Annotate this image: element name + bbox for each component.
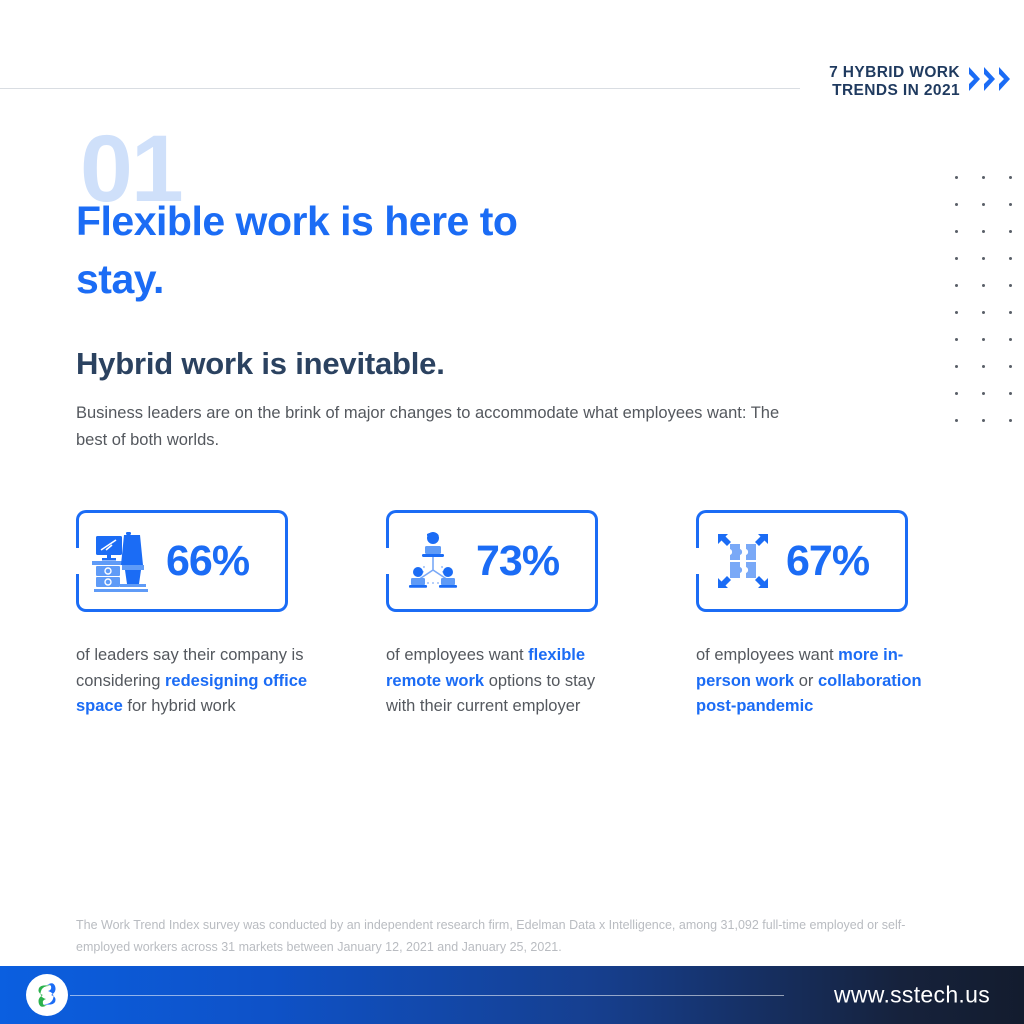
survey-footnote: The Work Trend Index survey was conducte… xyxy=(76,917,906,954)
stat-caption: of employees want flexible remote work o… xyxy=(386,643,618,720)
stat-frame: 73% xyxy=(386,510,598,612)
grid-dot xyxy=(955,176,958,179)
statistics-group: 66% of leaders say their company is cons… xyxy=(76,510,948,720)
stat-frame: 66% xyxy=(76,510,288,612)
caption-text: for hybrid work xyxy=(122,697,236,715)
header-divider xyxy=(0,88,800,89)
grid-dot xyxy=(1009,392,1012,395)
grid-dot xyxy=(955,365,958,368)
footer-website-url: www.sstech.us xyxy=(833,981,990,1008)
stat-percent: 73% xyxy=(476,536,560,585)
grid-dot xyxy=(982,338,985,341)
grid-dot xyxy=(982,392,985,395)
grid-dot xyxy=(1009,257,1012,260)
caption-text: or xyxy=(794,671,818,690)
stat-caption: of employees want more in-person work or… xyxy=(696,643,928,720)
desk-workstation-icon xyxy=(92,528,154,594)
footer-divider-line xyxy=(70,995,784,996)
stat-caption: of leaders say their company is consider… xyxy=(76,643,308,720)
grid-dot xyxy=(1009,176,1012,179)
grid-dot xyxy=(1009,338,1012,341)
grid-dot xyxy=(955,419,958,422)
grid-dot xyxy=(982,257,985,260)
chevron-arrows-group xyxy=(968,65,1012,98)
hero-body-text: Business leaders are on the brink of maj… xyxy=(76,404,780,449)
grid-dot xyxy=(955,338,958,341)
stat-card: 66% of leaders say their company is cons… xyxy=(76,510,307,720)
puzzle-expand-collaboration-icon xyxy=(712,528,774,594)
grid-dot xyxy=(982,284,985,287)
caption-text: of employees want xyxy=(696,646,839,664)
grid-dot xyxy=(982,176,985,179)
remote-team-network-icon xyxy=(402,528,464,594)
grid-dot xyxy=(1009,311,1012,314)
grid-dot xyxy=(1009,419,1012,422)
chevron-right-icon xyxy=(998,65,1012,98)
grid-dot xyxy=(955,230,958,233)
grid-dot xyxy=(955,203,958,206)
hero-section: 01 Flexible work is here to stay. Hybrid… xyxy=(76,122,779,450)
footer-bar: www.sstech.us xyxy=(0,966,1024,1024)
decorative-dot-grid xyxy=(955,176,1024,446)
sstech-s-logo-icon xyxy=(26,974,68,1016)
grid-dot xyxy=(982,230,985,233)
grid-dot xyxy=(1009,365,1012,368)
stat-percent: 67% xyxy=(786,536,870,585)
grid-dot xyxy=(982,203,985,206)
stat-card: 73% of employees want flexible remote wo… xyxy=(386,510,598,720)
chevron-right-icon xyxy=(968,65,982,98)
caption-text: of employees want xyxy=(386,646,529,664)
stat-card: 67% of employees want more in-person wor… xyxy=(696,510,922,720)
grid-dot xyxy=(955,284,958,287)
stat-frame: 67% xyxy=(696,510,908,612)
grid-dot xyxy=(1009,284,1012,287)
grid-dot xyxy=(982,311,985,314)
grid-dot xyxy=(955,311,958,314)
chevron-right-icon xyxy=(983,65,997,98)
grid-dot xyxy=(1009,230,1012,233)
stat-percent: 66% xyxy=(166,536,250,585)
grid-dot xyxy=(955,392,958,395)
page-title: Flexible work is here to stay. xyxy=(76,198,518,302)
grid-dot xyxy=(982,419,985,422)
grid-dot xyxy=(982,365,985,368)
header-brand: 7 HYBRID WORK TRENDS IN 2021 xyxy=(829,64,1012,100)
grid-dot xyxy=(1009,203,1012,206)
grid-dot xyxy=(955,257,958,260)
page-subtitle: Hybrid work is inevitable. xyxy=(76,346,445,381)
header-brand-text: 7 HYBRID WORK TRENDS IN 2021 xyxy=(829,64,960,99)
